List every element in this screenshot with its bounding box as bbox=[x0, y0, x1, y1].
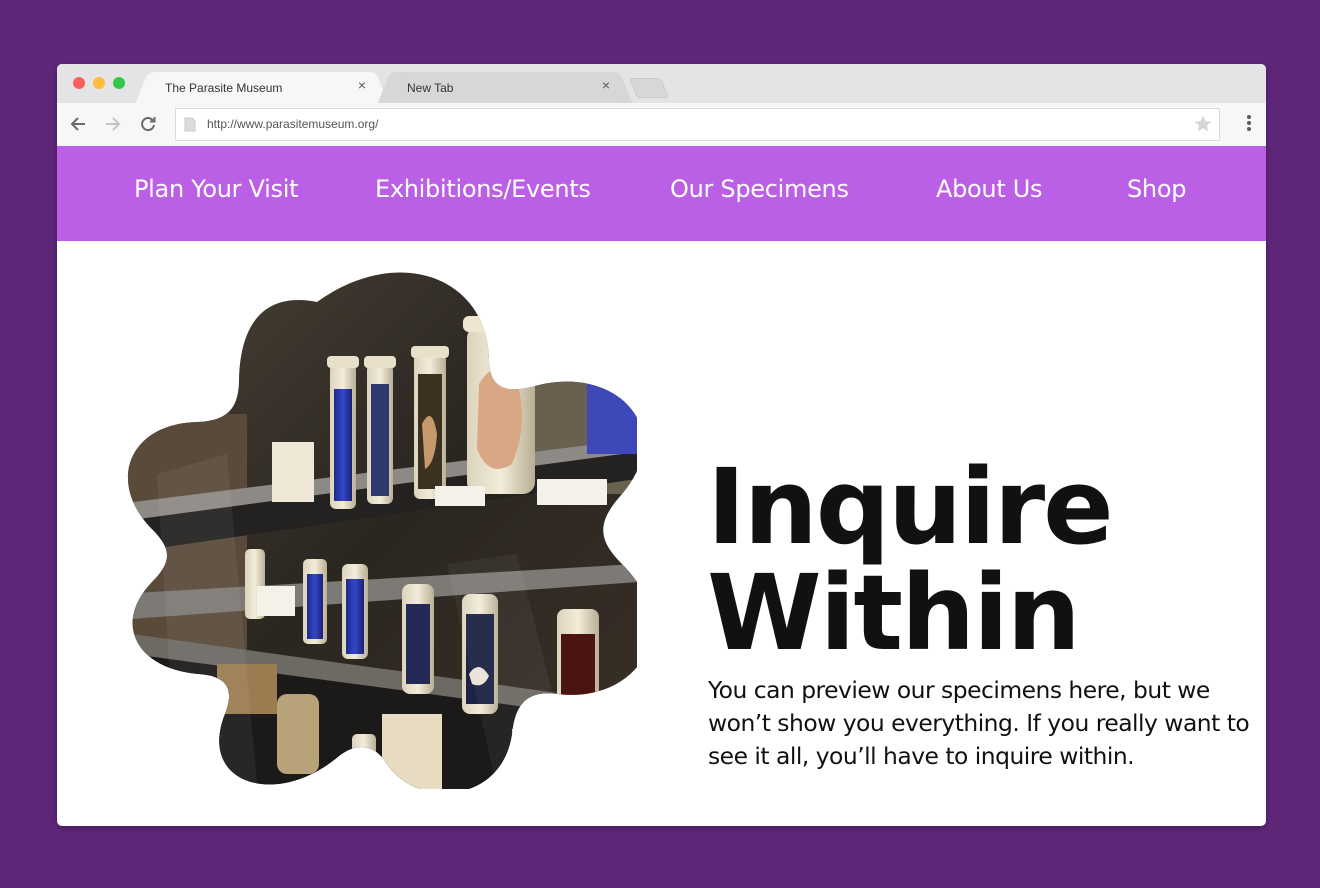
specimen-display-image bbox=[127, 272, 637, 789]
browser-toolbar: http://www.parasitemuseum.org/ bbox=[57, 103, 1266, 147]
star-icon[interactable] bbox=[1193, 114, 1213, 134]
arrow-left-icon bbox=[70, 117, 85, 131]
url-text: http://www.parasitemuseum.org/ bbox=[207, 117, 379, 131]
window-minimize-button[interactable] bbox=[93, 77, 105, 89]
window-close-button[interactable] bbox=[73, 77, 85, 89]
address-bar[interactable]: http://www.parasitemuseum.org/ bbox=[175, 108, 1220, 141]
browser-window: The Parasite Museum × New Tab × http://w… bbox=[57, 64, 1266, 826]
nav-our-specimens[interactable]: Our Specimens bbox=[670, 175, 849, 203]
tab-parasite-museum[interactable]: The Parasite Museum × bbox=[149, 72, 375, 103]
nav-plan-your-visit[interactable]: Plan Your Visit bbox=[134, 175, 299, 203]
vertical-dots-icon[interactable] bbox=[1246, 115, 1252, 135]
tab-new-tab[interactable]: New Tab × bbox=[391, 72, 619, 103]
document-icon bbox=[184, 117, 196, 132]
new-tab-button[interactable] bbox=[633, 78, 665, 98]
window-maximize-button[interactable] bbox=[113, 77, 125, 89]
site-navigation: Plan Your Visit Exhibitions/Events Our S… bbox=[57, 146, 1266, 241]
close-icon[interactable]: × bbox=[599, 78, 613, 92]
reload-icon bbox=[141, 117, 156, 132]
forward-button[interactable] bbox=[102, 113, 124, 135]
arrow-right-icon bbox=[106, 117, 121, 131]
nav-about-us[interactable]: About Us bbox=[936, 175, 1043, 203]
back-button[interactable] bbox=[67, 113, 89, 135]
nav-shop[interactable]: Shop bbox=[1127, 175, 1186, 203]
tab-title: New Tab bbox=[407, 81, 454, 95]
hero-headline: Inquire Within bbox=[707, 446, 1114, 674]
close-icon[interactable]: × bbox=[355, 78, 369, 92]
hero-description: You can preview our specimens here, but … bbox=[708, 676, 1250, 770]
tab-title: The Parasite Museum bbox=[165, 81, 283, 95]
reload-button[interactable] bbox=[137, 113, 159, 135]
headline-line-1: Inquire bbox=[707, 446, 1114, 568]
headline-line-2: Within bbox=[707, 552, 1081, 674]
nav-exhibitions-events[interactable]: Exhibitions/Events bbox=[375, 175, 591, 203]
tab-strip: The Parasite Museum × New Tab × bbox=[57, 64, 1266, 103]
